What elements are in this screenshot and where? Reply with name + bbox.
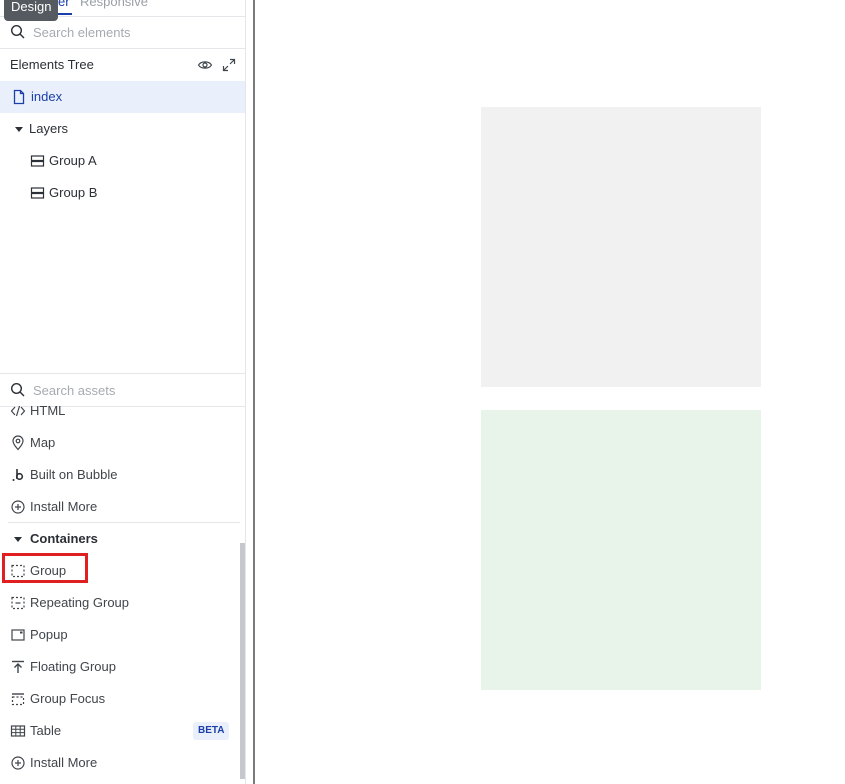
repeating-group-icon: [10, 595, 26, 611]
left-panel: er Responsive Design Elements Tree index…: [0, 0, 246, 784]
asset-popup[interactable]: Popup: [0, 619, 240, 651]
page-icon: [11, 89, 27, 105]
tree-item-group-b[interactable]: Group B: [0, 177, 245, 209]
beta-badge: BETA: [193, 722, 230, 740]
asset-group-focus[interactable]: Group Focus: [0, 683, 240, 715]
popup-icon: [10, 627, 26, 643]
floating-group-icon: [10, 659, 26, 675]
tab-design[interactable]: er: [58, 0, 70, 9]
elements-tree-header: Elements Tree: [0, 49, 245, 81]
caret-down-icon[interactable]: [15, 127, 23, 132]
asset-label: Built on Bubble: [30, 467, 118, 482]
canvas-group-a[interactable]: [481, 107, 761, 387]
asset-label: Install More: [30, 755, 98, 770]
tree-item-label: Layers: [29, 121, 69, 136]
tree-item-index[interactable]: index: [0, 81, 245, 113]
code-icon: [10, 405, 26, 419]
asset-label: Floating Group: [30, 659, 116, 674]
search-icon: [10, 382, 26, 398]
elements-tree-title: Elements Tree: [10, 57, 94, 72]
asset-floating-group[interactable]: Floating Group: [0, 651, 240, 683]
group-layer-icon: [30, 185, 46, 201]
search-assets-input[interactable]: [33, 380, 233, 400]
tab-responsive[interactable]: Responsive: [80, 0, 148, 9]
asset-html[interactable]: HTML: [0, 405, 240, 427]
group-highlight-box: [2, 553, 88, 583]
asset-built-on-bubble[interactable]: Built on Bubble: [0, 459, 240, 491]
asset-label: HTML: [30, 405, 66, 418]
eye-icon[interactable]: [197, 57, 213, 73]
asset-label: Group Focus: [30, 691, 106, 706]
tree-item-group-a[interactable]: Group A: [0, 145, 245, 177]
tree-item-label: Group A: [49, 153, 97, 168]
elements-search-row: [0, 16, 245, 49]
assets-search-row: [0, 373, 245, 407]
tree-item-label: Group B: [49, 185, 98, 200]
asset-map[interactable]: Map: [0, 427, 240, 459]
tree-item-label: index: [31, 89, 63, 104]
asset-install-more[interactable]: Install More: [0, 491, 240, 523]
canvas-group-b[interactable]: [481, 410, 761, 690]
assets-scrollbar[interactable]: [240, 543, 245, 779]
tree-item-layers[interactable]: Layers: [0, 113, 245, 145]
asset-label: Popup: [30, 627, 68, 642]
search-icon: [10, 24, 26, 40]
asset-repeating-group[interactable]: Repeating Group: [0, 587, 240, 619]
map-pin-icon: [10, 435, 26, 451]
asset-install-more-containers[interactable]: Install More: [0, 747, 240, 779]
asset-label: Table: [30, 723, 62, 738]
asset-label: Install More: [30, 499, 98, 514]
group-focus-icon: [10, 691, 26, 707]
section-label: Containers: [30, 531, 98, 546]
table-icon: [10, 723, 26, 739]
expand-icon[interactable]: [221, 57, 237, 73]
group-layer-icon: [30, 153, 46, 169]
asset-label: Repeating Group: [30, 595, 130, 610]
search-elements-input[interactable]: [33, 22, 233, 42]
canvas-divider[interactable]: [253, 0, 255, 784]
asset-label: Map: [30, 435, 56, 450]
plus-circle-icon: [10, 499, 26, 515]
bubble-logo-icon: [10, 467, 26, 483]
caret-down-icon[interactable]: [14, 537, 22, 542]
containers-section-header[interactable]: Containers: [8, 522, 240, 555]
plus-circle-icon: [10, 755, 26, 771]
